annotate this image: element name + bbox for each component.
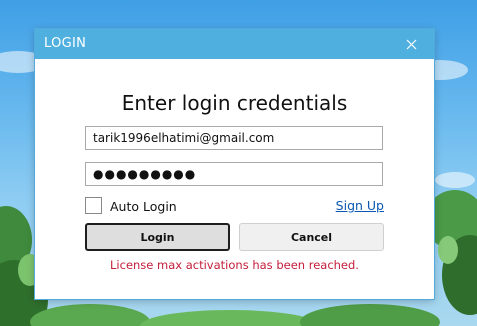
cancel-button[interactable]: Cancel <box>239 223 384 251</box>
close-icon <box>406 39 416 49</box>
title-bar[interactable]: LOGIN <box>35 29 434 59</box>
sign-up-link[interactable]: Sign Up <box>336 198 384 213</box>
auto-login-label: Auto Login <box>110 199 177 214</box>
page-heading: Enter login credentials <box>121 91 348 115</box>
email-field[interactable] <box>85 126 383 150</box>
auto-login-checkbox[interactable] <box>85 197 102 214</box>
login-dialog: LOGIN Enter login credentials Auto Login… <box>35 29 434 299</box>
password-field[interactable] <box>85 162 383 186</box>
login-button[interactable]: Login <box>85 223 230 251</box>
dialog-title: LOGIN <box>44 36 87 51</box>
error-message: License max activations has been reached… <box>110 258 359 272</box>
close-button[interactable] <box>388 29 434 59</box>
